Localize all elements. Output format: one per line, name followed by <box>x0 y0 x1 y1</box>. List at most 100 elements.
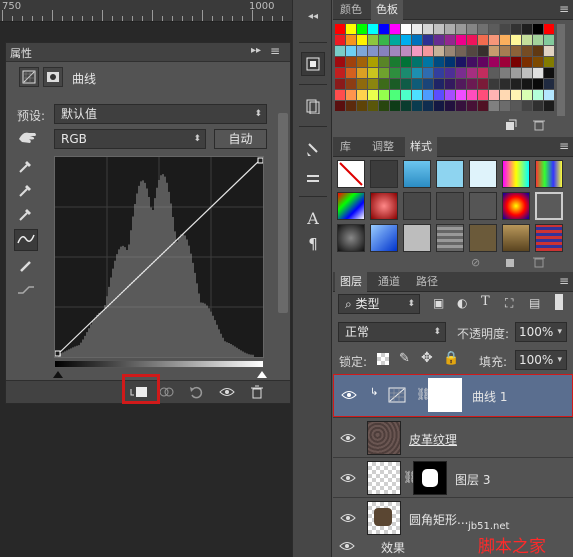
swatch[interactable] <box>423 90 433 100</box>
3d-panel-icon[interactable] <box>301 52 325 76</box>
curve-point-tool-icon[interactable] <box>14 229 38 251</box>
swatch[interactable] <box>544 24 554 34</box>
smooth-curve-icon[interactable] <box>14 279 38 301</box>
swatch[interactable] <box>434 68 444 78</box>
swatch[interactable] <box>390 46 400 56</box>
swatch[interactable] <box>357 46 367 56</box>
tab-swatches[interactable]: 色板 <box>371 0 403 20</box>
swatch[interactable] <box>533 68 543 78</box>
channel-select[interactable]: RGB ⬍ <box>54 129 206 149</box>
swatch[interactable] <box>335 90 345 100</box>
swatch[interactable] <box>456 68 466 78</box>
lock-transparent-icon[interactable] <box>377 353 389 365</box>
filter-pixel-icon[interactable]: ▣ <box>433 296 444 310</box>
swatch[interactable] <box>357 101 367 111</box>
fill-input[interactable]: 100% ▾ <box>515 350 567 370</box>
swatch[interactable] <box>401 24 411 34</box>
swatch[interactable] <box>368 68 378 78</box>
swatch[interactable] <box>445 57 455 67</box>
swatch[interactable] <box>401 68 411 78</box>
swatch[interactable] <box>445 68 455 78</box>
layer-row[interactable]: 皮革纹理 <box>333 417 573 457</box>
lock-all-icon[interactable]: 🔒 <box>443 351 459 366</box>
swatch[interactable] <box>379 35 389 45</box>
visibility-eye-icon[interactable] <box>339 430 357 446</box>
swatch[interactable] <box>489 46 499 56</box>
swatch[interactable] <box>379 79 389 89</box>
swatch[interactable] <box>456 35 466 45</box>
style-item[interactable] <box>535 224 563 252</box>
styles-grid[interactable] <box>333 158 563 252</box>
swatch[interactable] <box>390 79 400 89</box>
swatch[interactable] <box>467 68 477 78</box>
swatch[interactable] <box>522 79 532 89</box>
swatch[interactable] <box>434 90 444 100</box>
swatch[interactable] <box>522 46 532 56</box>
swatch[interactable] <box>357 90 367 100</box>
swatch[interactable] <box>489 90 499 100</box>
style-item[interactable] <box>469 192 497 220</box>
swatch[interactable] <box>489 35 499 45</box>
swatch[interactable] <box>500 57 510 67</box>
tab-layers[interactable]: 图层 <box>335 272 367 292</box>
swatch[interactable] <box>511 35 521 45</box>
swatch[interactable] <box>445 46 455 56</box>
swatch[interactable] <box>390 57 400 67</box>
collapse-icon[interactable]: ▸▸ <box>251 45 261 56</box>
layer-name[interactable]: 图层 3 <box>455 471 490 488</box>
clear-style-icon[interactable]: ⊘ <box>471 256 480 269</box>
style-item[interactable] <box>469 160 497 188</box>
style-item[interactable] <box>535 192 563 220</box>
visibility-eye-icon[interactable] <box>339 510 357 526</box>
swatch[interactable] <box>456 46 466 56</box>
swatch[interactable] <box>412 68 422 78</box>
swatch[interactable] <box>412 35 422 45</box>
style-none[interactable] <box>337 160 365 188</box>
swatch[interactable] <box>423 24 433 34</box>
swatch[interactable] <box>544 68 554 78</box>
swatch[interactable] <box>412 90 422 100</box>
style-item[interactable] <box>436 224 464 252</box>
swatch[interactable] <box>533 90 543 100</box>
swatch[interactable] <box>401 35 411 45</box>
swatch[interactable] <box>357 57 367 67</box>
eyedropper-white-icon[interactable] <box>14 203 38 225</box>
swatch[interactable] <box>434 101 444 111</box>
swatch[interactable] <box>335 57 345 67</box>
swatch[interactable] <box>467 79 477 89</box>
swatch[interactable] <box>401 90 411 100</box>
swatch[interactable] <box>489 68 499 78</box>
swatches-scrollbar[interactable] <box>557 24 565 116</box>
swatch[interactable] <box>357 68 367 78</box>
curves-adjustment-icon[interactable] <box>19 67 39 87</box>
swatch[interactable] <box>489 79 499 89</box>
swatch[interactable] <box>346 79 356 89</box>
swatch[interactable] <box>346 90 356 100</box>
swatch[interactable] <box>500 24 510 34</box>
swatch[interactable] <box>335 68 345 78</box>
tab-styles[interactable]: 样式 <box>405 137 437 157</box>
swatch[interactable] <box>478 101 488 111</box>
style-item[interactable] <box>370 224 398 252</box>
style-item[interactable] <box>469 224 497 252</box>
swatch[interactable] <box>434 35 444 45</box>
eyedropper-gray-icon[interactable] <box>14 179 38 201</box>
swatch[interactable] <box>401 57 411 67</box>
swatch[interactable] <box>368 35 378 45</box>
swatch[interactable] <box>357 24 367 34</box>
style-item[interactable] <box>337 224 365 252</box>
swatch[interactable] <box>423 46 433 56</box>
swatch[interactable] <box>445 79 455 89</box>
swatch[interactable] <box>456 24 466 34</box>
layer-mask-thumbnail[interactable] <box>428 378 462 412</box>
hand-target-icon[interactable] <box>16 129 40 150</box>
auto-button[interactable]: 自动 <box>214 129 267 149</box>
swatch[interactable] <box>379 24 389 34</box>
swatch[interactable] <box>423 79 433 89</box>
swatch[interactable] <box>500 79 510 89</box>
swatch[interactable] <box>401 46 411 56</box>
tab-paths[interactable]: 路径 <box>411 272 443 292</box>
filter-type-icon[interactable]: T <box>481 294 490 309</box>
character-icon[interactable]: A <box>301 206 325 230</box>
brush-icon[interactable] <box>301 138 325 162</box>
